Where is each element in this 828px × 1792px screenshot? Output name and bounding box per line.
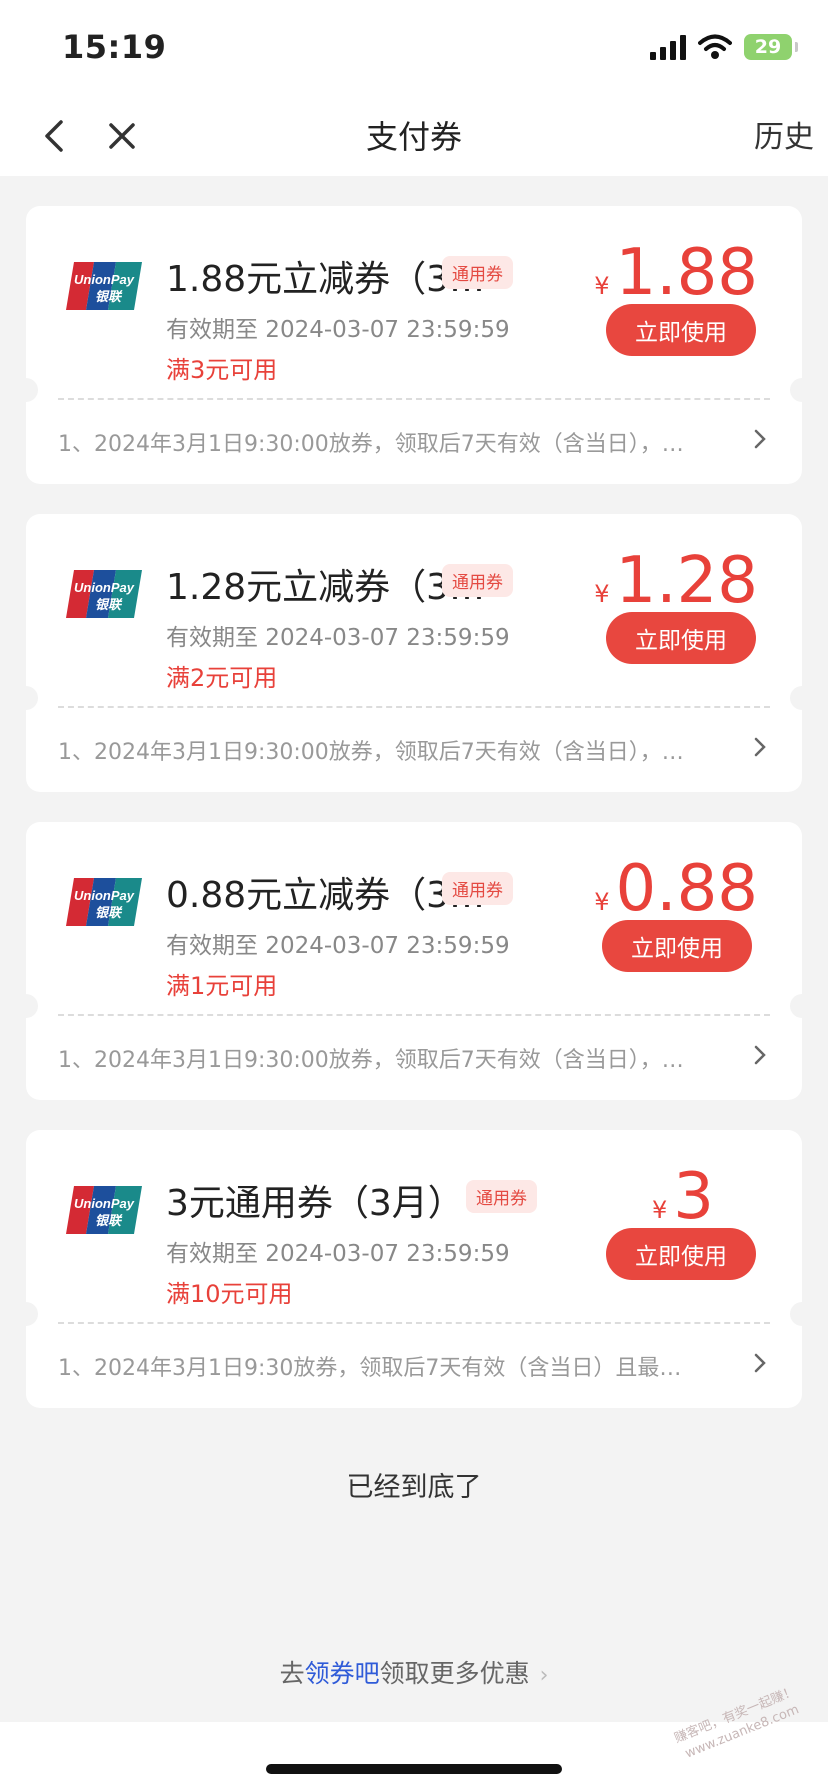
coupon-validity: 有效期至 2024-03-07 23:59:59 [166, 933, 510, 959]
back-button[interactable] [30, 112, 78, 160]
amount-value: 0.88 [615, 852, 759, 926]
coupon-validity: 有效期至 2024-03-07 23:59:59 [166, 1241, 510, 1267]
coupon-condition: 满10元可用 [166, 1280, 293, 1308]
amount-value: 3 [673, 1160, 714, 1234]
svg-text:UnionPay: UnionPay [74, 1196, 135, 1211]
dashed-divider [58, 1322, 770, 1324]
svg-text:银联: 银联 [95, 289, 123, 305]
unionpay-logo: UnionPay 银联 [66, 570, 142, 618]
card-notch-left [14, 994, 38, 1018]
chevron-right-icon: › [539, 1663, 549, 1688]
chevron-right-icon[interactable] [748, 732, 772, 762]
currency-symbol: ¥ [594, 272, 610, 300]
chevron-right-icon[interactable] [748, 424, 772, 454]
dashed-divider [58, 398, 770, 400]
coupon-card[interactable]: UnionPay 银联 3元通用券（3月） 通用券 有效期至 2024-03-0… [14, 1130, 814, 1408]
coupon-card[interactable]: UnionPay 银联 0.88元立减券（3… 通用券 有效期至 2024-03… [14, 822, 814, 1100]
svg-text:银联: 银联 [95, 905, 123, 921]
unionpay-logo: UnionPay 银联 [66, 262, 142, 310]
currency-symbol: ¥ [594, 888, 610, 916]
coupon-rule[interactable]: 1、2024年3月1日9:30:00放券，领取后7天有效（含当日），… [58, 734, 718, 766]
coupon-condition: 满3元可用 [166, 356, 278, 384]
battery-level: 29 [754, 36, 782, 58]
close-icon [109, 123, 135, 149]
coupon-card[interactable]: UnionPay 银联 1.88元立减券（3… 通用券 有效期至 2024-03… [14, 206, 814, 484]
card-notch-right [790, 378, 814, 402]
card-notch-right [790, 994, 814, 1018]
back-arrow-icon [45, 120, 63, 152]
coupon-rule[interactable]: 1、2024年3月1日9:30放券，领取后7天有效（含当日）且最… [58, 1350, 718, 1382]
svg-text:UnionPay: UnionPay [74, 272, 135, 287]
coupon-type-badge: 通用券 [442, 256, 513, 289]
card-notch-left [14, 378, 38, 402]
card-notch-right [790, 1302, 814, 1326]
svg-text:UnionPay: UnionPay [74, 888, 135, 903]
svg-text:银联: 银联 [95, 1213, 123, 1229]
coupon-condition: 满1元可用 [166, 972, 278, 1000]
coupon-list: UnionPay 银联 1.88元立减券（3… 通用券 有效期至 2024-03… [14, 206, 814, 1438]
currency-symbol: ¥ [594, 580, 610, 608]
unionpay-logo: UnionPay 银联 [66, 1186, 142, 1234]
amount-value: 1.88 [615, 236, 759, 310]
battery-icon: 29 [744, 34, 798, 60]
navigation-bar: 支付券 历史 [0, 96, 828, 176]
more-prefix: 去 [279, 1659, 305, 1688]
status-time: 15:19 [62, 28, 167, 66]
coupon-title: 0.88元立减券（3… [166, 875, 486, 916]
dashed-divider [58, 1014, 770, 1016]
svg-text:银联: 银联 [95, 597, 123, 613]
card-notch-left [14, 686, 38, 710]
currency-symbol: ¥ [652, 1196, 668, 1224]
use-now-button[interactable]: 立即使用 [606, 304, 756, 356]
coupon-validity: 有效期至 2024-03-07 23:59:59 [166, 625, 510, 651]
end-of-list-text: 已经到底了 [346, 1472, 482, 1503]
coupon-center-link[interactable]: 领券吧 [305, 1659, 380, 1688]
coupon-condition: 满2元可用 [166, 664, 278, 692]
coupon-amount: ¥ 0.88 [594, 852, 758, 926]
chevron-right-icon[interactable] [748, 1040, 772, 1070]
coupon-title: 1.28元立减券（3… [166, 567, 486, 608]
close-button[interactable] [98, 112, 146, 160]
card-notch-left [14, 1302, 38, 1326]
coupon-rule[interactable]: 1、2024年3月1日9:30:00放券，领取后7天有效（含当日），… [58, 1042, 718, 1074]
use-now-button[interactable]: 立即使用 [606, 1228, 756, 1280]
cellular-signal-icon [650, 34, 686, 60]
status-bar: 15:19 29 [0, 0, 828, 96]
coupon-amount: ¥ 1.88 [594, 236, 758, 310]
amount-value: 1.28 [615, 544, 759, 618]
more-coupons-link[interactable]: 去领券吧领取更多优惠 › [0, 1654, 828, 1690]
dashed-divider [58, 706, 770, 708]
coupon-type-badge: 通用券 [442, 564, 513, 597]
use-now-button[interactable]: 立即使用 [606, 612, 756, 664]
use-now-button[interactable]: 立即使用 [602, 920, 752, 972]
card-notch-right [790, 686, 814, 710]
coupon-title: 1.88元立减券（3… [166, 259, 486, 300]
coupon-amount: ¥ 3 [652, 1160, 714, 1234]
coupon-validity: 有效期至 2024-03-07 23:59:59 [166, 317, 510, 343]
coupon-card[interactable]: UnionPay 银联 1.28元立减券（3… 通用券 有效期至 2024-03… [14, 514, 814, 792]
coupon-type-badge: 通用券 [442, 872, 513, 905]
wifi-icon [698, 34, 732, 59]
more-suffix: 领取更多优惠 [379, 1659, 530, 1688]
history-button[interactable]: 历史 [754, 112, 814, 156]
coupon-title: 3元通用券（3月） [166, 1183, 464, 1224]
home-indicator[interactable] [266, 1764, 562, 1774]
coupon-amount: ¥ 1.28 [594, 544, 758, 618]
coupon-type-badge: 通用券 [466, 1180, 537, 1213]
coupon-rule[interactable]: 1、2024年3月1日9:30:00放券，领取后7天有效（含当日），… [58, 426, 718, 458]
status-icons: 29 [650, 34, 798, 60]
unionpay-logo: UnionPay 银联 [66, 878, 142, 926]
chevron-right-icon[interactable] [748, 1348, 772, 1378]
svg-text:UnionPay: UnionPay [74, 580, 135, 595]
